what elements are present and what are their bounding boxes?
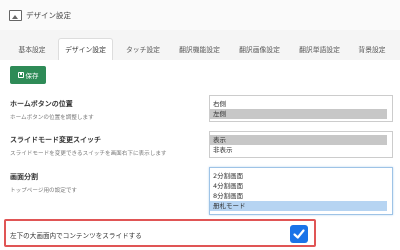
screen-split-desc: トップページ用の設定です [10, 188, 78, 194]
slide-mode-switch-select[interactable]: 表示 非表示 [209, 131, 393, 158]
slide-mode-switch-label: スライドモード変更スイッチ [10, 136, 101, 144]
save-button[interactable]: 保存 [10, 66, 46, 84]
option-right[interactable]: 右側 [210, 99, 387, 109]
tab-translation-function-settings[interactable]: 翻訳機能設定 [172, 40, 227, 60]
tab-translation-image-settings[interactable]: 翻訳画像設定 [232, 40, 287, 60]
page-header: デザイン設定 [0, 0, 400, 31]
tab-background-settings[interactable]: 背景設定 [350, 40, 394, 60]
option-hide[interactable]: 非表示 [210, 145, 387, 155]
option-show[interactable]: 表示 [210, 135, 387, 145]
home-button-desc: ホームボタンの位置を調整します [10, 115, 94, 121]
option-4-split[interactable]: 4分割画面 [210, 181, 387, 191]
slide-content-checkbox[interactable] [290, 225, 308, 243]
screen-split-select[interactable]: 2分割画面 4分割画面 8分割画面 册札モード [209, 167, 393, 215]
option-left[interactable]: 左側 [210, 109, 387, 119]
floppy-disk-icon [17, 72, 24, 78]
tab-bar: 基本設定 デザイン設定 タッチ設定 翻訳機能設定 翻訳画像設定 翻訳単語設定 背… [0, 30, 400, 61]
home-button-position-select[interactable]: 右側 左側 [209, 95, 393, 122]
option-2-split[interactable]: 2分割画面 [210, 171, 387, 181]
option-8-split[interactable]: 8分割画面 [210, 191, 387, 201]
tab-design-settings[interactable]: デザイン設定 [58, 38, 113, 61]
save-button-label: 保存 [25, 72, 39, 80]
screen-split-label: 画面分割 [10, 173, 38, 181]
tab-basic-settings[interactable]: 基本設定 [10, 40, 54, 60]
tab-touch-settings[interactable]: タッチ設定 [120, 40, 166, 60]
page-title: デザイン設定 [26, 10, 71, 20]
tab-translation-word-settings[interactable]: 翻訳単語設定 [292, 40, 347, 60]
option-card-mode[interactable]: 册札モード [210, 201, 387, 211]
slide-content-label: 左下の大画面内でコンテンツをスライドする [10, 232, 142, 240]
image-icon [9, 9, 22, 21]
slide-mode-switch-desc: スライドモードを変更できるスイッチを画面右下に表示します [10, 151, 167, 157]
checkmark-icon [293, 229, 305, 239]
home-button-label: ホームボタンの位置 [10, 100, 73, 108]
